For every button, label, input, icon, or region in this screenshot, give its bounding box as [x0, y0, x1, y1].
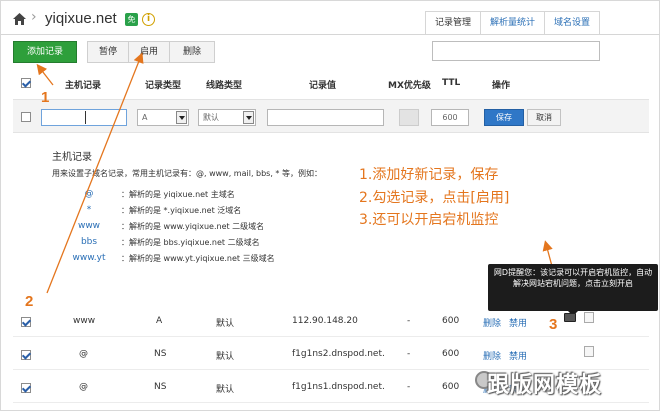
note-icon[interactable]: [584, 312, 594, 323]
window-frame: › yiqixue.net 免 i 记录管理 解析量统计 域名设置 添加记录 暂…: [0, 0, 660, 411]
note-icon[interactable]: [584, 346, 594, 357]
row-type: A: [156, 316, 163, 326]
table-row[interactable]: www A 默认 112.90.148.20 - 600 删除 禁用: [13, 307, 649, 337]
row-line: 默认: [216, 319, 235, 329]
row-checkbox[interactable]: [21, 350, 31, 360]
row-type: NS: [154, 349, 167, 359]
row-mx: -: [407, 316, 411, 326]
row-ttl: 600: [442, 382, 460, 392]
annotation-number-1: 1: [41, 89, 50, 106]
row-ttl: 600: [442, 349, 460, 359]
row-value: f1g1ns1.dnspod.net.: [292, 382, 385, 392]
row-host: @: [79, 382, 88, 392]
row-ttl: 600: [442, 316, 460, 326]
row-line: 默认: [216, 352, 235, 362]
row-type: NS: [154, 382, 167, 392]
row-mx: -: [407, 349, 411, 359]
row-delete-link[interactable]: 删除: [483, 316, 501, 329]
arrow-to-add-button: [36, 63, 54, 86]
watermark-text: 跟版网模板: [487, 373, 603, 398]
row-value: 112.90.148.20: [292, 316, 358, 326]
row-line: 默认: [216, 385, 235, 395]
row-disable-link[interactable]: 禁用: [509, 349, 527, 362]
table-row[interactable]: @ NS 默认 f1g1ns2.dnspod.net. - 600 删除 禁用: [13, 340, 649, 370]
row-mx: -: [407, 382, 411, 392]
row-host: @: [79, 349, 88, 359]
row-disable-link[interactable]: 禁用: [509, 316, 527, 329]
row-checkbox[interactable]: [21, 317, 31, 327]
arrow-to-enable-button: [46, 52, 144, 294]
row-value: f1g1ns2.dnspod.net.: [292, 349, 385, 359]
monitor-icon[interactable]: [564, 313, 576, 322]
row-host: www: [73, 316, 96, 326]
row-delete-link[interactable]: 删除: [483, 349, 501, 362]
monitor-tooltip: 网D提醒您：该记录可以开启宕机监控，自动解决网站宕机问题，点击立刻开启: [488, 264, 658, 316]
row-checkbox[interactable]: [21, 383, 31, 393]
